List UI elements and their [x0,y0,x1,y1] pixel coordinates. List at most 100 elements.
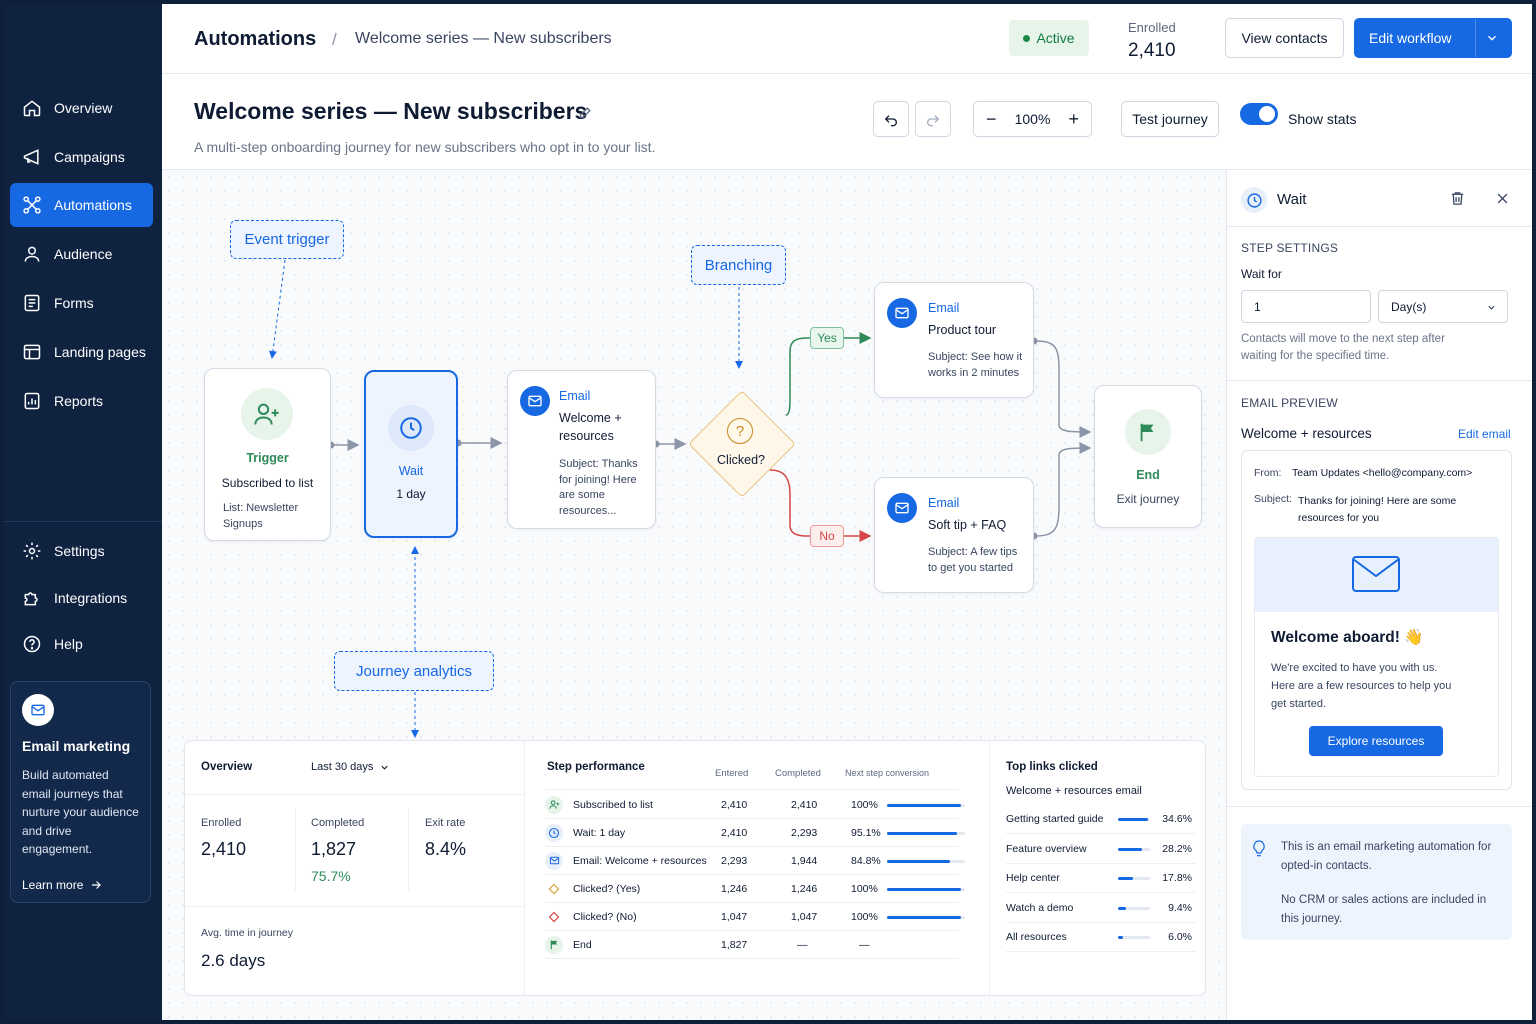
list-item[interactable]: Help center 17.8% [1006,864,1196,893]
email-body-preview: Welcome aboard! 👋 We're excited to have … [1254,537,1499,777]
sidebar-item-label: Campaigns [54,149,125,165]
email1-title: Welcome + resources [559,411,622,443]
divider [295,809,296,891]
envelope-icon [1352,556,1400,592]
view-contacts-button[interactable]: View contacts [1225,18,1344,58]
from-label: From: [1254,467,1282,479]
list-item[interactable]: Getting started guide 34.6% [1006,805,1196,834]
pencil-icon[interactable] [578,105,593,120]
chevron-down-icon [381,765,389,770]
conversion-bar [887,888,965,891]
redo-button[interactable] [915,101,951,137]
step-conversion: 100% [851,798,878,811]
overview-exit-value: 8.4% [425,839,467,859]
status-dot [1023,34,1031,42]
undo-icon [884,115,897,127]
show-stats-toggle[interactable] [1240,103,1278,125]
step-name: Subscribed to list [573,798,653,811]
step-name: End [573,938,592,951]
breadcrumb-root[interactable]: Automations [194,28,316,51]
info-text-1: This is an email marketing automation fo… [1281,841,1492,872]
view-contacts-label: View contacts [1241,30,1328,46]
wait-unit-select[interactable]: Day(s) [1378,290,1508,323]
edit-workflow-button[interactable]: Edit workflow [1354,18,1512,58]
sidebar-item-settings[interactable]: Settings [10,529,153,573]
mail-icon [887,298,917,328]
sidebar-item-label: Automations [54,197,132,213]
step-completed: 1,246 [791,882,818,895]
arrow-right-icon [92,881,102,889]
learn-more-label: Learn more [22,878,84,892]
step-settings-label: STEP SETTINGS [1241,241,1339,255]
link-pct: 17.8% [1162,872,1192,884]
sidebar-item-reports[interactable]: Reports [10,379,153,423]
step-conversion: 84.8% [851,854,881,867]
close-icon[interactable] [1495,191,1510,206]
link-bar-fill [1118,936,1124,939]
test-journey-label: Test journey [1132,111,1208,127]
trash-icon[interactable] [1449,190,1466,207]
link-pct: 28.2% [1162,842,1192,855]
zoom-in-button[interactable]: + [1068,109,1079,130]
annotation-arrow-trigger [268,259,286,359]
conversion-bar-fill [887,804,961,807]
sidebar-item-audience[interactable]: Audience [10,232,153,276]
list-item[interactable]: Feature overview 28.2% [1006,835,1196,864]
breadcrumb-current: Welcome series — New subscribers [355,30,612,47]
explore-resources-button[interactable]: Explore resources [1309,726,1443,756]
test-journey-button[interactable]: Test journey [1121,101,1219,137]
wait-amount-input[interactable]: 1 [1241,290,1371,323]
chevron-down-icon [1488,305,1495,310]
email-node-soft-tip[interactable]: Email Soft tip + FAQ Subject: A few tips… [874,477,1034,593]
zoom-out-button[interactable]: − [986,109,997,130]
email-no-title: Soft tip + FAQ [928,518,1007,532]
conversion-bar [887,832,965,835]
list-item[interactable]: Watch a demo 9.4% [1006,894,1196,923]
subject-value: Thanks for joining! Here are some resour… [1298,495,1457,524]
conversion-bar-fill [887,916,961,919]
trigger-node[interactable]: Trigger Subscribed to list List: Newslet… [204,368,331,541]
step-completed: — [797,938,808,951]
sidebar-item-help[interactable]: Help [10,622,153,666]
sidebar-item-campaigns[interactable]: Campaigns [10,135,153,179]
sidebar: Overview Campaigns Automations Audience … [4,4,162,1020]
sidebar-item-overview[interactable]: Overview [10,86,153,130]
overview-avg-label: Avg. time in journey [201,927,294,939]
sidebar-item-integrations[interactable]: Integrations [10,576,153,620]
list-item[interactable]: All resources 6.0% [1006,923,1196,952]
wait-unit-value: Day(s) [1391,300,1427,314]
email-preview-name: Welcome + resources [1241,426,1372,441]
edit-email-link[interactable]: Edit email [1458,427,1511,441]
wait-node[interactable]: Wait 1 day [364,370,458,538]
connector-tour-end [1033,340,1092,438]
sidebar-item-landing-pages[interactable]: Landing pages [10,330,153,374]
step-settings-panel: Wait STEP SETTINGS Wait for 1 Day(s) Con… [1226,170,1532,1020]
user-plus-icon [241,388,293,440]
wait-for-label: Wait for [1241,267,1282,281]
email-node-product-tour[interactable]: Email Product tour Subject: See how it w… [874,282,1034,398]
step-entered: 2,410 [721,798,748,811]
clock-icon [388,405,434,451]
end-node[interactable]: End Exit journey [1094,385,1202,528]
sidebar-item-label: Landing pages [54,344,146,360]
link-name: Getting started guide [1006,813,1104,825]
link-bar [1118,877,1150,880]
preview-body: We're excited to have you with us. Here … [1271,662,1452,710]
conversion-bar [887,804,965,807]
step-completed: 2,293 [791,826,818,839]
step-conversion: 100% [851,910,878,923]
learn-more-link[interactable]: Learn more [22,878,103,892]
step-entered: 2,410 [721,826,748,839]
sidebar-item-automations[interactable]: Automations [10,183,153,227]
sidebar-item-forms[interactable]: Forms [10,281,153,325]
table-row: Clicked? (Yes) 1,246 1,246 100% [545,875,965,903]
date-range-select[interactable]: Last 30 days [311,761,390,773]
sidebar-item-label: Forms [54,295,94,311]
conversion-bar [887,860,965,863]
chevron-down-icon[interactable] [1485,31,1499,45]
overview-completed-pct: 75.7% [311,868,351,884]
email-preview-card: From: Team Updates <hello@company.com> S… [1241,450,1512,790]
undo-button[interactable] [873,101,909,137]
workflow-canvas[interactable]: Event trigger Branching Journey analytic… [162,170,1226,1020]
email-node-welcome[interactable]: Email Welcome + resources Subject: Thank… [507,370,656,529]
